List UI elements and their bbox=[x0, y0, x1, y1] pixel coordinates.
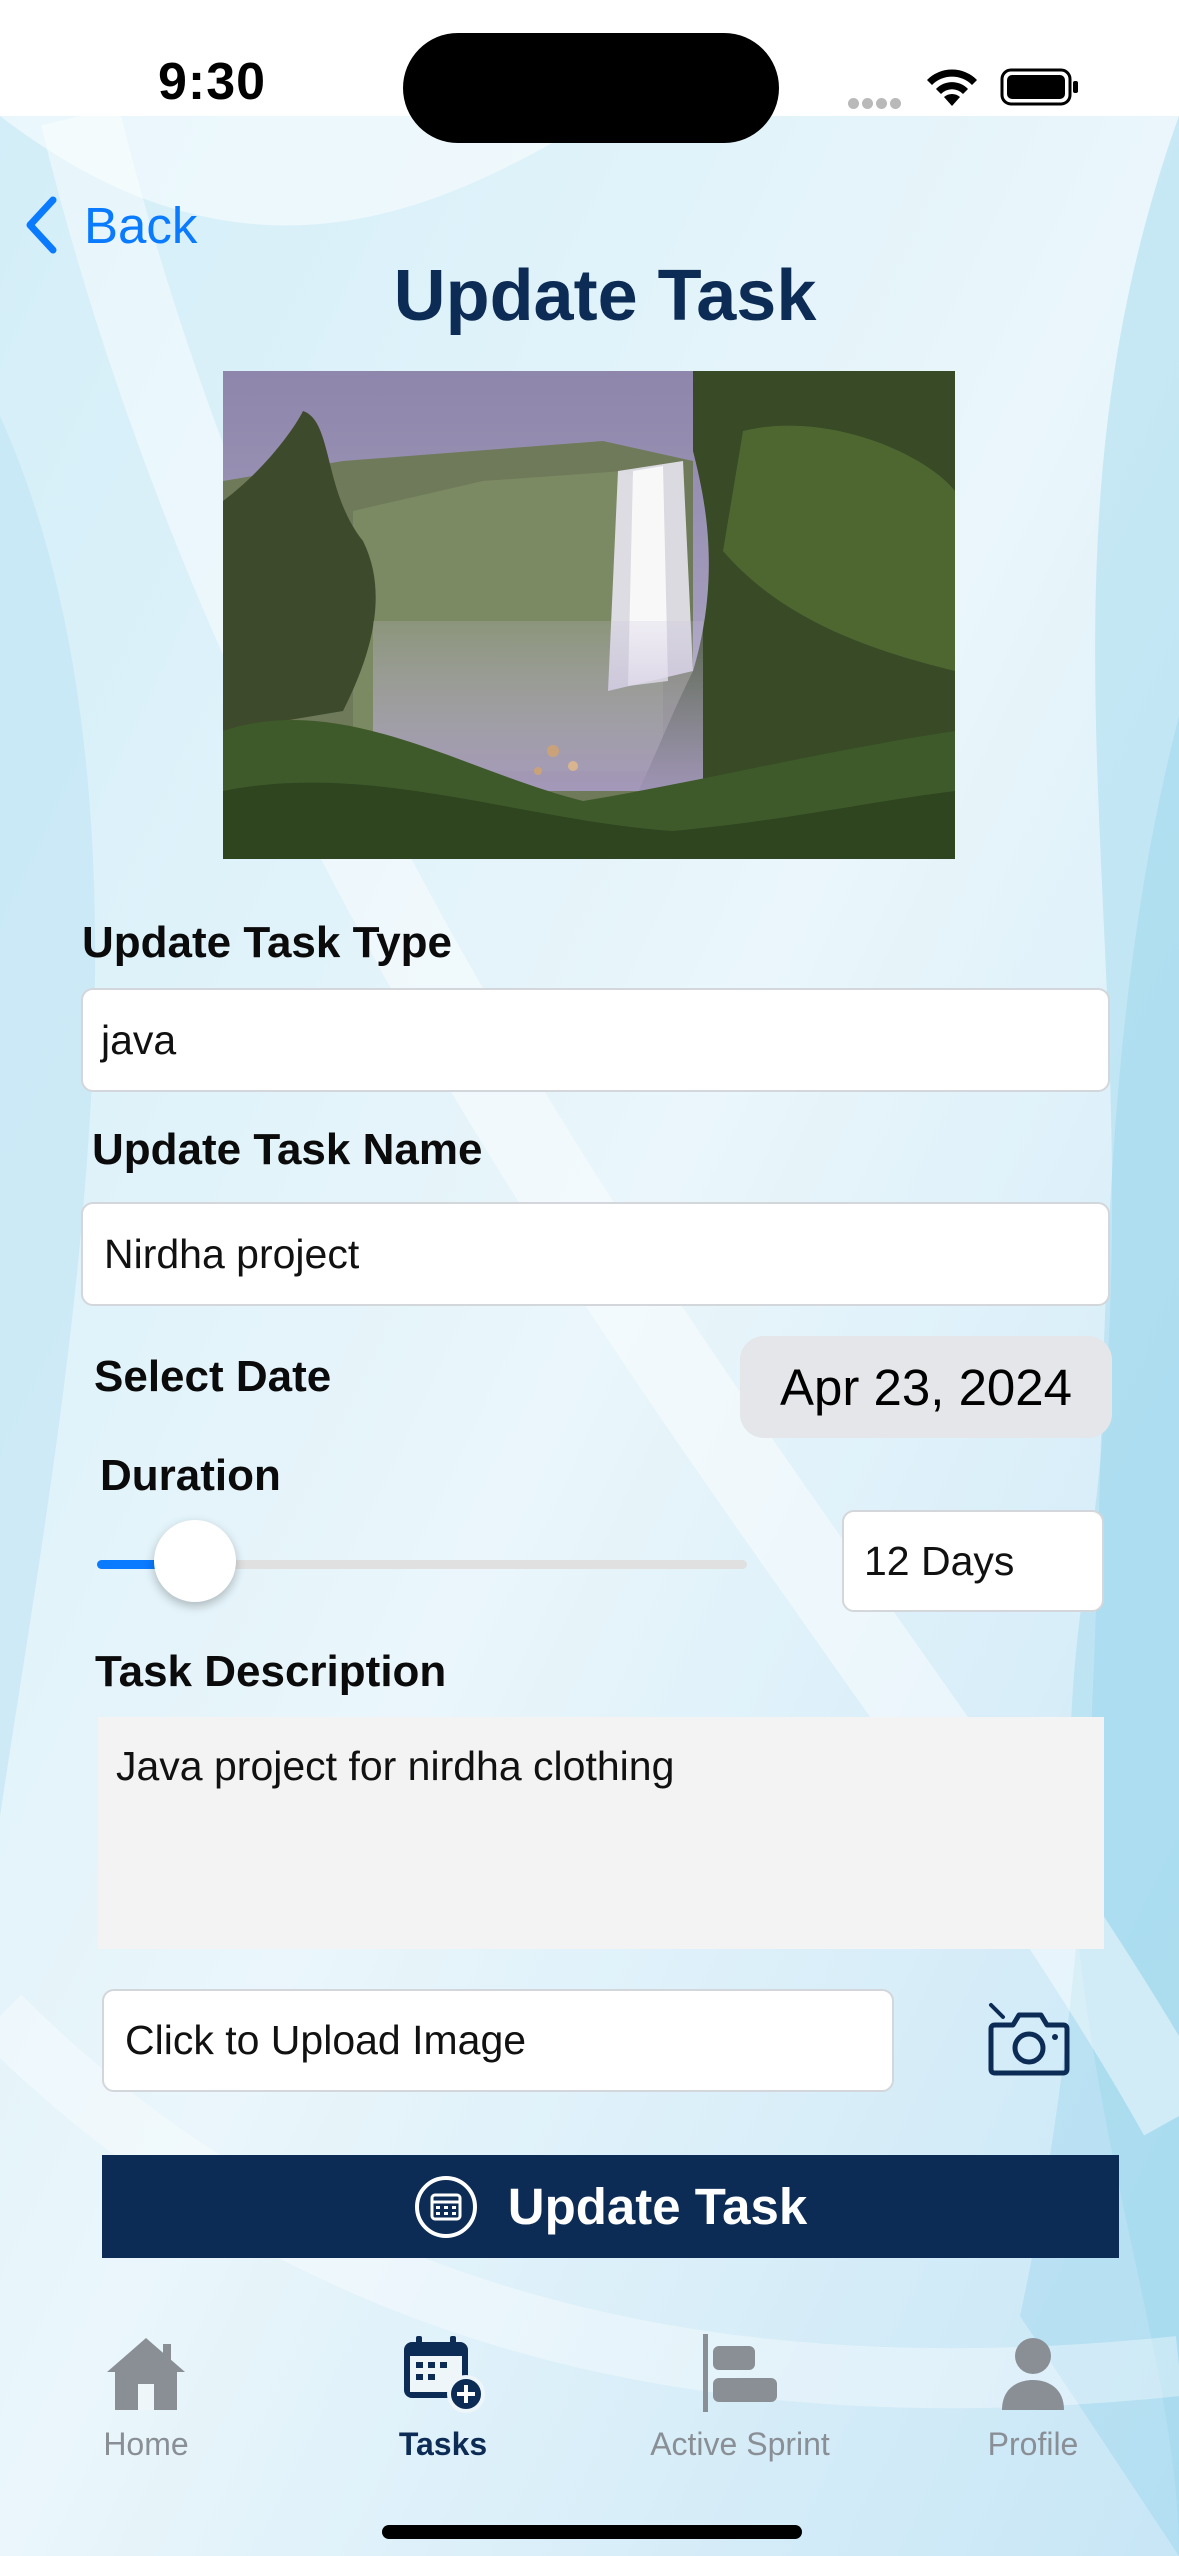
timeline-icon bbox=[703, 2334, 777, 2412]
page-title: Update Task bbox=[393, 256, 817, 336]
status-time: 9:30 bbox=[158, 53, 267, 111]
cellular-signal-icon bbox=[848, 96, 904, 114]
tab-home-label: Home bbox=[103, 2426, 189, 2462]
task-name-label: Update Task Name bbox=[92, 1125, 483, 1174]
duration-field[interactable]: 12 Days bbox=[842, 1510, 1104, 1612]
task-description-value: Java project for nirdha clothing bbox=[116, 1743, 675, 1789]
update-task-button-label: Update Task bbox=[507, 2178, 808, 2235]
tab-profile-label: Profile bbox=[987, 2426, 1079, 2462]
chevron-left-icon bbox=[26, 196, 57, 254]
task-type-label: Update Task Type bbox=[82, 918, 453, 967]
tab-home[interactable]: Home bbox=[46, 2330, 246, 2463]
tab-tasks-label: Tasks bbox=[398, 2426, 488, 2462]
task-description-label: Task Description bbox=[95, 1647, 447, 1696]
task-type-input[interactable]: java bbox=[81, 988, 1110, 1092]
tab-active-sprint[interactable]: Active Sprint bbox=[640, 2330, 840, 2463]
tab-tasks[interactable]: Tasks bbox=[343, 2330, 543, 2463]
tab-profile[interactable]: Profile bbox=[933, 2330, 1133, 2463]
task-image bbox=[223, 371, 955, 859]
date-picker-button[interactable]: Apr 23, 2024 bbox=[740, 1336, 1112, 1438]
duration-value: 12 Days bbox=[864, 1537, 1015, 1584]
select-date-label: Select Date bbox=[94, 1352, 332, 1401]
task-name-input[interactable]: Nirdha project bbox=[81, 1202, 1110, 1306]
back-button[interactable]: Back bbox=[24, 195, 197, 255]
task-type-value: java bbox=[101, 1016, 177, 1063]
battery-icon bbox=[1000, 68, 1078, 106]
wifi-icon bbox=[927, 69, 977, 106]
upload-image-field[interactable]: Click to Upload Image bbox=[102, 1989, 894, 2092]
task-description-input[interactable]: Java project for nirdha clothing bbox=[98, 1717, 1104, 1949]
house-icon bbox=[107, 2338, 185, 2410]
update-task-button[interactable]: Update Task bbox=[102, 2155, 1119, 2258]
dynamic-island bbox=[403, 33, 779, 143]
tab-active-sprint-label: Active Sprint bbox=[650, 2426, 830, 2462]
task-name-value: Nirdha project bbox=[104, 1230, 360, 1277]
home-indicator bbox=[382, 2525, 802, 2539]
calendar-plus-icon bbox=[404, 2336, 485, 2413]
person-icon bbox=[1002, 2338, 1064, 2410]
duration-label: Duration bbox=[100, 1451, 281, 1500]
tab-bar: Home Tasks Active Sprint Profile bbox=[0, 2300, 1179, 2556]
duration-slider-thumb[interactable] bbox=[153, 1520, 236, 1602]
calendar-icon bbox=[414, 2175, 477, 2238]
back-label: Back bbox=[84, 196, 198, 254]
update-task-screen: 9:30 Back Update Task Update Task Type j… bbox=[0, 0, 1179, 2556]
upload-image-label: Click to Upload Image bbox=[125, 2017, 527, 2063]
camera-icon[interactable] bbox=[985, 1995, 1071, 2081]
